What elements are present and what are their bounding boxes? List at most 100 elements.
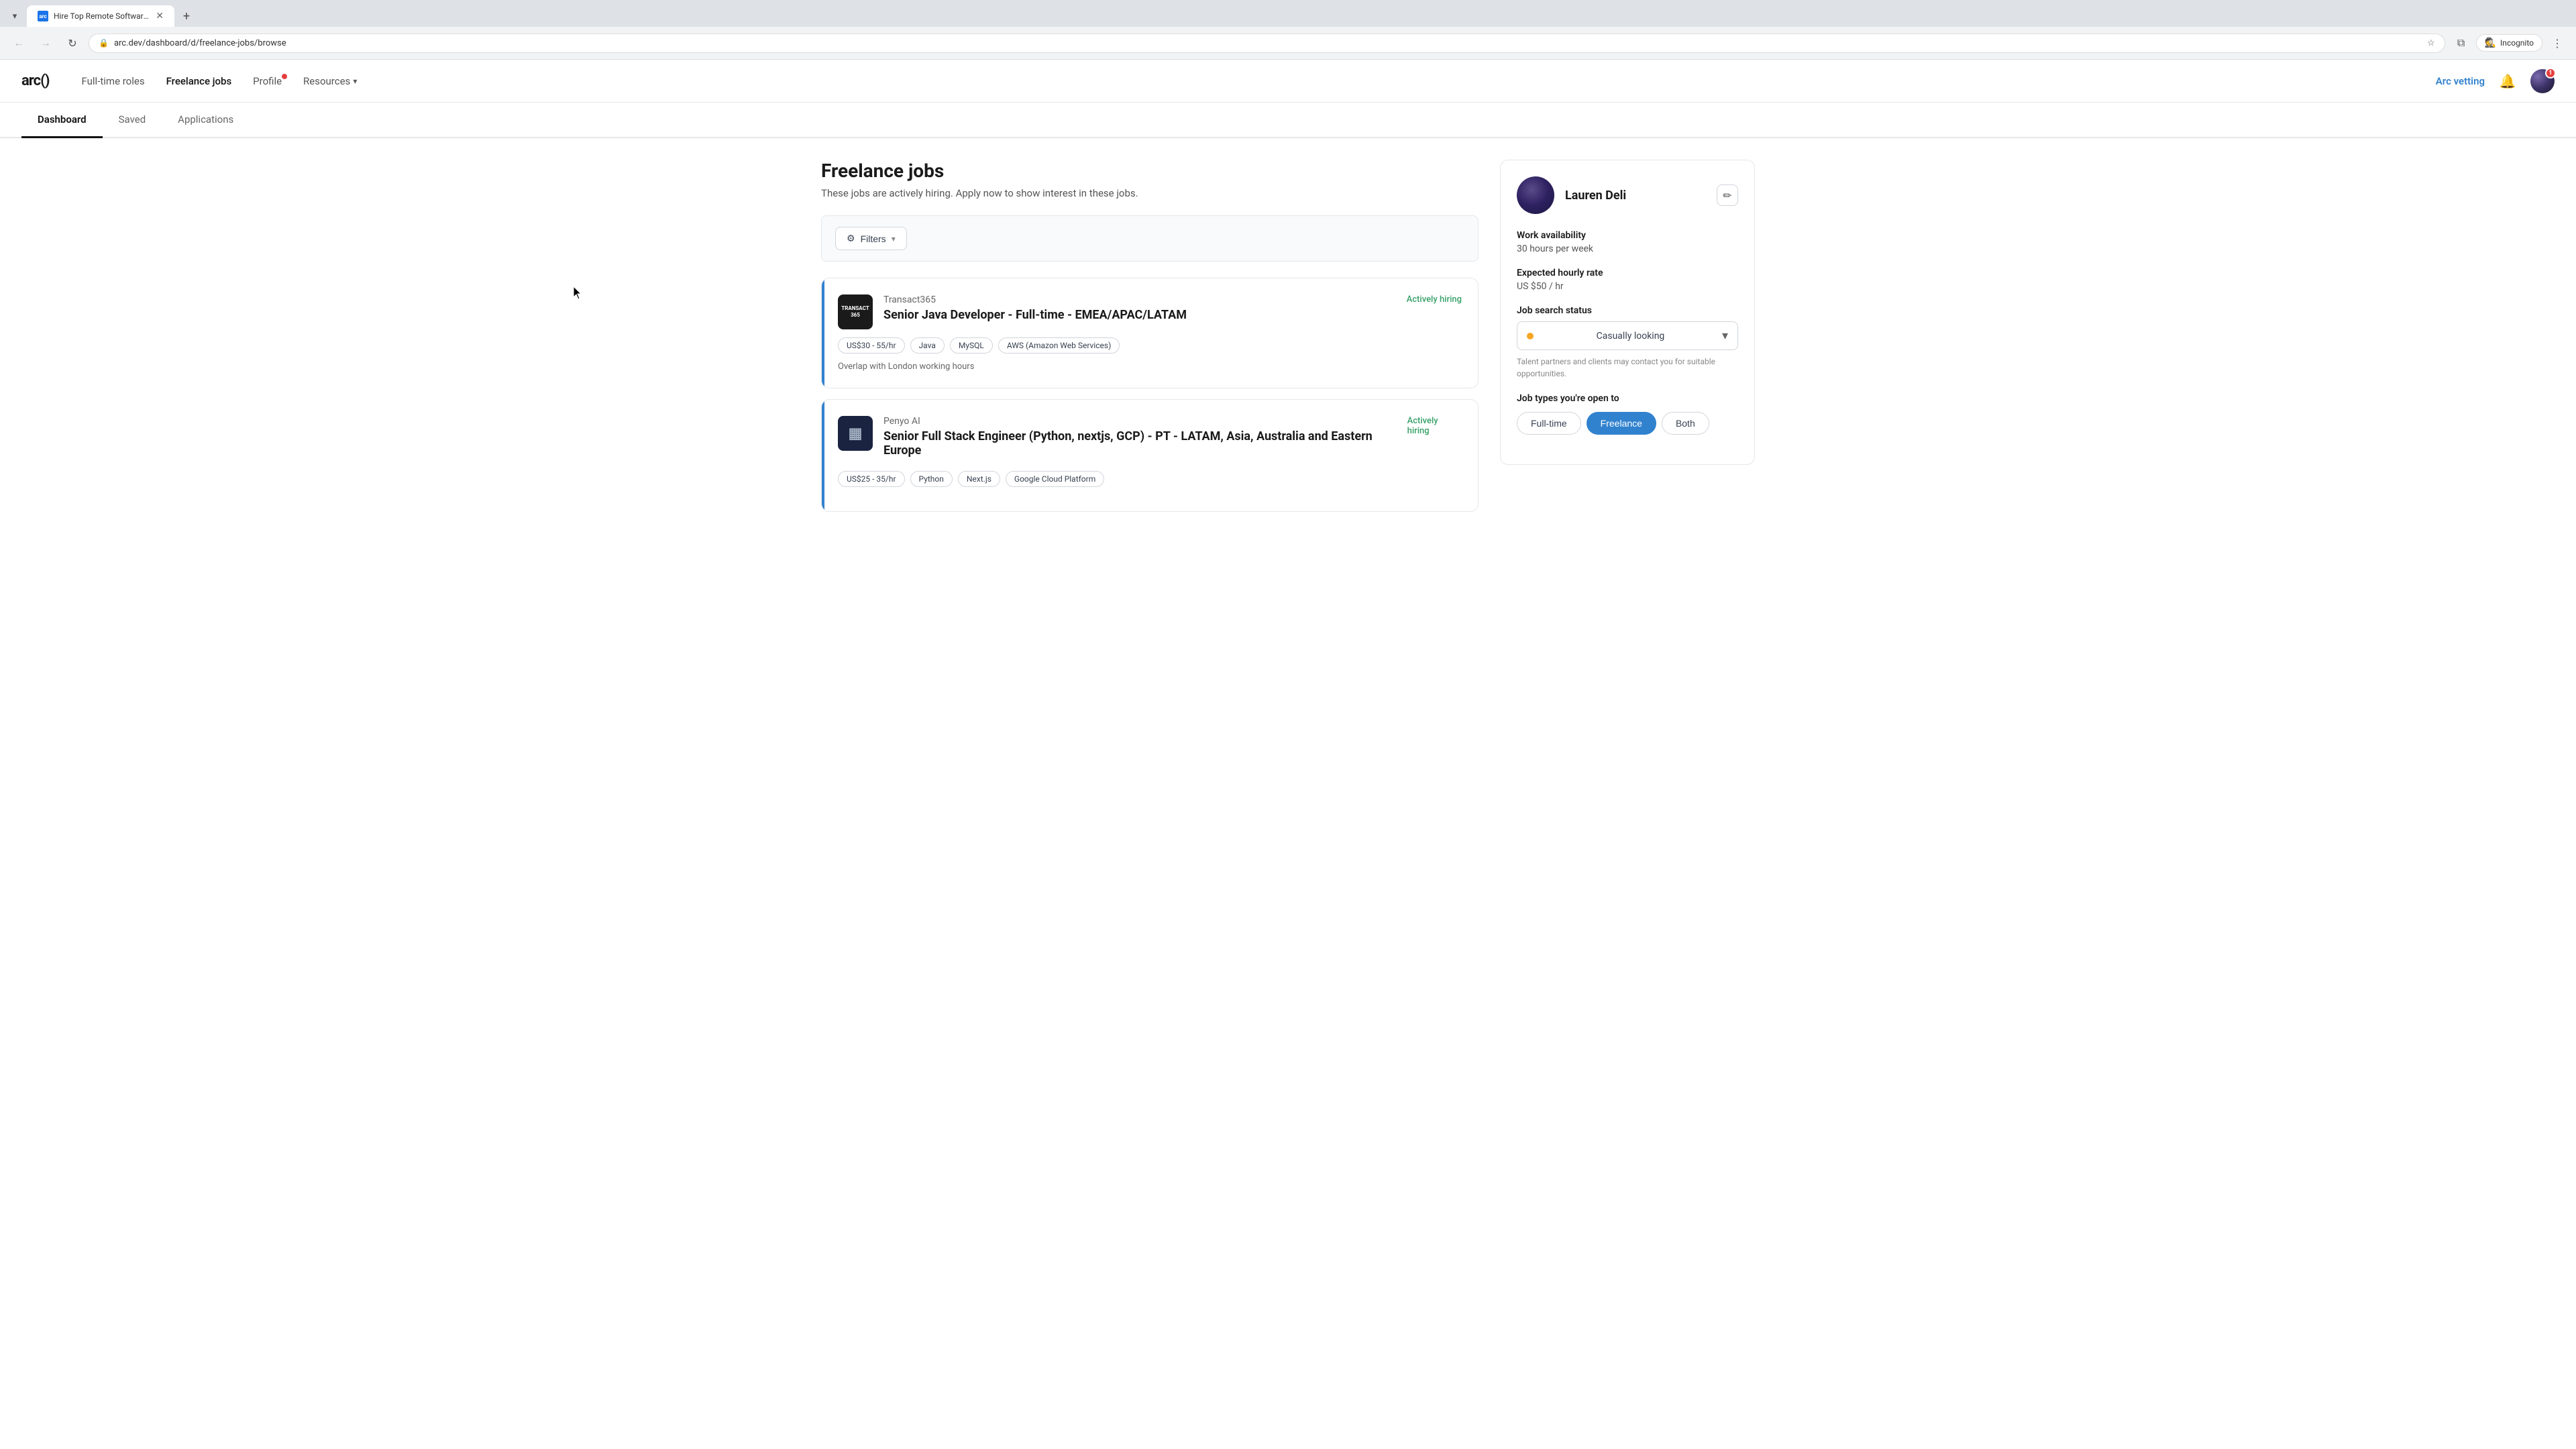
browser-tab-active[interactable]: arc Hire Top Remote Software Dev... ✕ [27, 5, 174, 27]
avatar-bg [1517, 176, 1554, 214]
url-display: arc.dev/dashboard/d/freelance-jobs/brows… [114, 38, 2422, 48]
browser-toolbar: ← → ↻ 🔒 arc.dev/dashboard/d/freelance-jo… [0, 27, 2576, 59]
job-card-header-1: ▦ Penyo AI Senior Full Stack Engineer (P… [838, 416, 1462, 463]
avatar-badge: 1 [2545, 68, 2556, 78]
filters-label: Filters [861, 233, 886, 244]
job-title-1: Senior Full Stack Engineer (Python, next… [883, 429, 1407, 458]
tag-aws-0: AWS (Amazon Web Services) [998, 337, 1120, 354]
incognito-btn[interactable]: 🕵 Incognito [2476, 34, 2542, 52]
incognito-icon: 🕵 [2485, 38, 2496, 48]
nav-freelance[interactable]: Freelance jobs [166, 75, 232, 87]
job-status-text: Casually looking [1597, 331, 1665, 341]
job-card-info-0: Transact365 Senior Java Developer - Full… [883, 294, 1462, 327]
tag-java-0: Java [910, 337, 945, 354]
new-tab-btn[interactable]: + [177, 7, 196, 25]
job-types-label: Job types you're open to [1517, 393, 1738, 404]
job-company-1: Penyo AI [883, 416, 1407, 427]
nav-resources-link[interactable]: Resources [303, 75, 350, 87]
job-type-buttons: Full-time Freelance Both [1517, 412, 1738, 435]
arc-vetting-btn[interactable]: Arc vetting [2436, 75, 2485, 87]
tab-bar: ▾ arc Hire Top Remote Software Dev... ✕ … [0, 0, 2576, 27]
main-nav: Full-time roles Freelance jobs Profile R… [82, 75, 2436, 87]
tag-mysql-0: MySQL [950, 337, 993, 354]
work-availability-label: Work availability [1517, 230, 1738, 241]
notification-btn[interactable]: 🔔 [2496, 69, 2520, 93]
page-subtitle: These jobs are actively hiring. Apply no… [821, 187, 1479, 199]
edit-profile-btn[interactable]: ✏ [1717, 184, 1738, 206]
job-type-freelance[interactable]: Freelance [1587, 412, 1656, 435]
hourly-rate-section: Expected hourly rate US $50 / hr [1517, 268, 1738, 292]
app-header: arc() Full-time roles Freelance jobs Pro… [0, 60, 2576, 103]
mouse-cursor [574, 286, 582, 300]
tab-close-btn[interactable]: ✕ [156, 11, 164, 21]
company-logo-text-0: TRANSACT365 [841, 305, 869, 318]
app-logo[interactable]: arc() [21, 72, 50, 89]
job-search-section: Job search status Casually looking ▾ Tal… [1517, 305, 1738, 380]
job-search-label: Job search status [1517, 305, 1738, 316]
job-title-0: Senior Java Developer - Full-time - EMEA… [883, 308, 1187, 322]
page-tabs: Dashboard Saved Applications [0, 103, 2576, 138]
company-logo-0: TRANSACT365 [838, 294, 873, 329]
filter-bar: ⚙ Filters ▾ [821, 215, 1479, 262]
job-type-both[interactable]: Both [1662, 412, 1709, 435]
refresh-btn[interactable]: ↻ [62, 32, 83, 54]
content-left: Freelance jobs These jobs are actively h… [821, 160, 1479, 523]
job-card-1[interactable]: ▦ Penyo AI Senior Full Stack Engineer (P… [821, 399, 1479, 512]
tag-python-1: Python [910, 471, 953, 487]
tag-rate-1: US$25 - 35/hr [838, 471, 905, 487]
tab-favicon: arc [38, 11, 48, 21]
extensions-btn[interactable]: ⧉ [2451, 32, 2472, 54]
filters-btn[interactable]: ⚙ Filters ▾ [835, 227, 907, 250]
job-type-fulltime[interactable]: Full-time [1517, 412, 1581, 435]
tab-saved[interactable]: Saved [103, 103, 162, 138]
profile-name: Lauren Deli [1565, 189, 1706, 203]
avatar-container[interactable]: 1 [2530, 69, 2555, 93]
hourly-rate-value: US $50 / hr [1517, 281, 1738, 292]
tag-rate-0: US$30 - 55/hr [838, 337, 905, 354]
profile-avatar [1517, 176, 1554, 214]
job-tags-0: US$30 - 55/hr Java MySQL AWS (Amazon Web… [838, 337, 1462, 354]
nav-fulltime[interactable]: Full-time roles [82, 75, 145, 87]
resources-arrow: ▾ [353, 76, 357, 86]
filters-arrow: ▾ [892, 234, 896, 244]
job-tags-1: US$25 - 35/hr Python Next.js Google Clou… [838, 471, 1462, 487]
notification-icon: 🔔 [2500, 73, 2516, 89]
more-btn[interactable]: ⋮ [2546, 32, 2568, 54]
company-logo-1: ▦ [838, 416, 873, 451]
work-availability-section: Work availability 30 hours per week [1517, 230, 1738, 254]
sidebar-card: Lauren Deli ✏ Work availability 30 hours… [1500, 160, 1755, 465]
back-btn[interactable]: ← [8, 32, 30, 54]
toolbar-actions: ⧉ 🕵 Incognito ⋮ [2451, 32, 2568, 54]
job-status-dropdown[interactable]: Casually looking ▾ [1517, 321, 1738, 350]
hourly-rate-label: Expected hourly rate [1517, 268, 1738, 278]
job-status-1: Actively hiring [1407, 416, 1462, 436]
content-right: Lauren Deli ✏ Work availability 30 hours… [1500, 160, 1755, 523]
incognito-label: Incognito [2500, 38, 2534, 48]
nav-resources[interactable]: Resources ▾ [303, 75, 357, 87]
dropdown-arrow: ▾ [1722, 329, 1728, 343]
job-card-0[interactable]: TRANSACT365 Transact365 Senior Java Deve… [821, 278, 1479, 388]
tag-nextjs-1: Next.js [958, 471, 1000, 487]
tab-title: Hire Top Remote Software Dev... [54, 11, 150, 21]
status-description: Talent partners and clients may contact … [1517, 356, 1738, 380]
company-logo-text-1: ▦ [849, 425, 863, 442]
page-title: Freelance jobs [821, 160, 1479, 182]
job-types-section: Job types you're open to Full-time Freel… [1517, 393, 1738, 435]
profile-section: Lauren Deli ✏ [1517, 176, 1738, 214]
tab-applications[interactable]: Applications [162, 103, 250, 138]
work-availability-value: 30 hours per week [1517, 244, 1738, 254]
bookmark-icon[interactable]: ☆ [2427, 38, 2435, 48]
job-card-header-0: TRANSACT365 Transact365 Senior Java Deve… [838, 294, 1462, 329]
browser-chrome: ▾ arc Hire Top Remote Software Dev... ✕ … [0, 0, 2576, 60]
job-company-0: Transact365 [883, 294, 1187, 305]
tab-dashboard[interactable]: Dashboard [21, 103, 103, 138]
forward-btn[interactable]: → [35, 32, 56, 54]
main-content: Freelance jobs These jobs are actively h… [800, 138, 1776, 523]
job-status-0: Actively hiring [1407, 294, 1462, 305]
tab-group-arrow[interactable]: ▾ [5, 7, 24, 25]
address-bar[interactable]: 🔒 arc.dev/dashboard/d/freelance-jobs/bro… [89, 34, 2445, 53]
edit-icon: ✏ [1723, 189, 1731, 202]
nav-profile[interactable]: Profile [253, 75, 282, 87]
tag-gcp-1: Google Cloud Platform [1006, 471, 1104, 487]
status-dot [1527, 333, 1534, 339]
